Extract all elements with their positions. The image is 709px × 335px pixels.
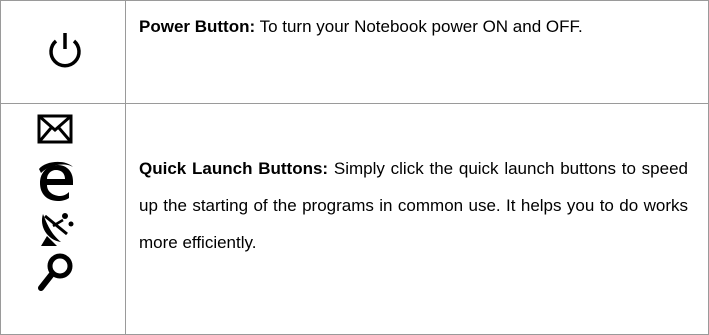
power-icon-cell (1, 1, 126, 103)
quick-launch-title: Quick Launch Buttons: (139, 159, 329, 178)
power-description-cell: Power Button: To turn your Notebook powe… (126, 1, 708, 103)
search-icon (37, 252, 75, 297)
quick-launch-icon-cell (1, 104, 126, 334)
quick-launch-row: Quick Launch Buttons: Simply click the q… (1, 104, 708, 334)
feature-table: Power Button: To turn your Notebook powe… (0, 0, 709, 335)
quick-launch-description-cell: Quick Launch Buttons: Simply click the q… (126, 104, 708, 334)
internet-explorer-icon (37, 161, 75, 206)
power-description: To turn your Notebook power ON and OFF. (259, 17, 583, 36)
power-button-row: Power Button: To turn your Notebook powe… (1, 1, 708, 104)
mail-icon (37, 114, 73, 149)
power-title: Power Button: (139, 17, 256, 36)
satellite-dish-icon (37, 206, 75, 251)
power-icon (47, 29, 83, 74)
